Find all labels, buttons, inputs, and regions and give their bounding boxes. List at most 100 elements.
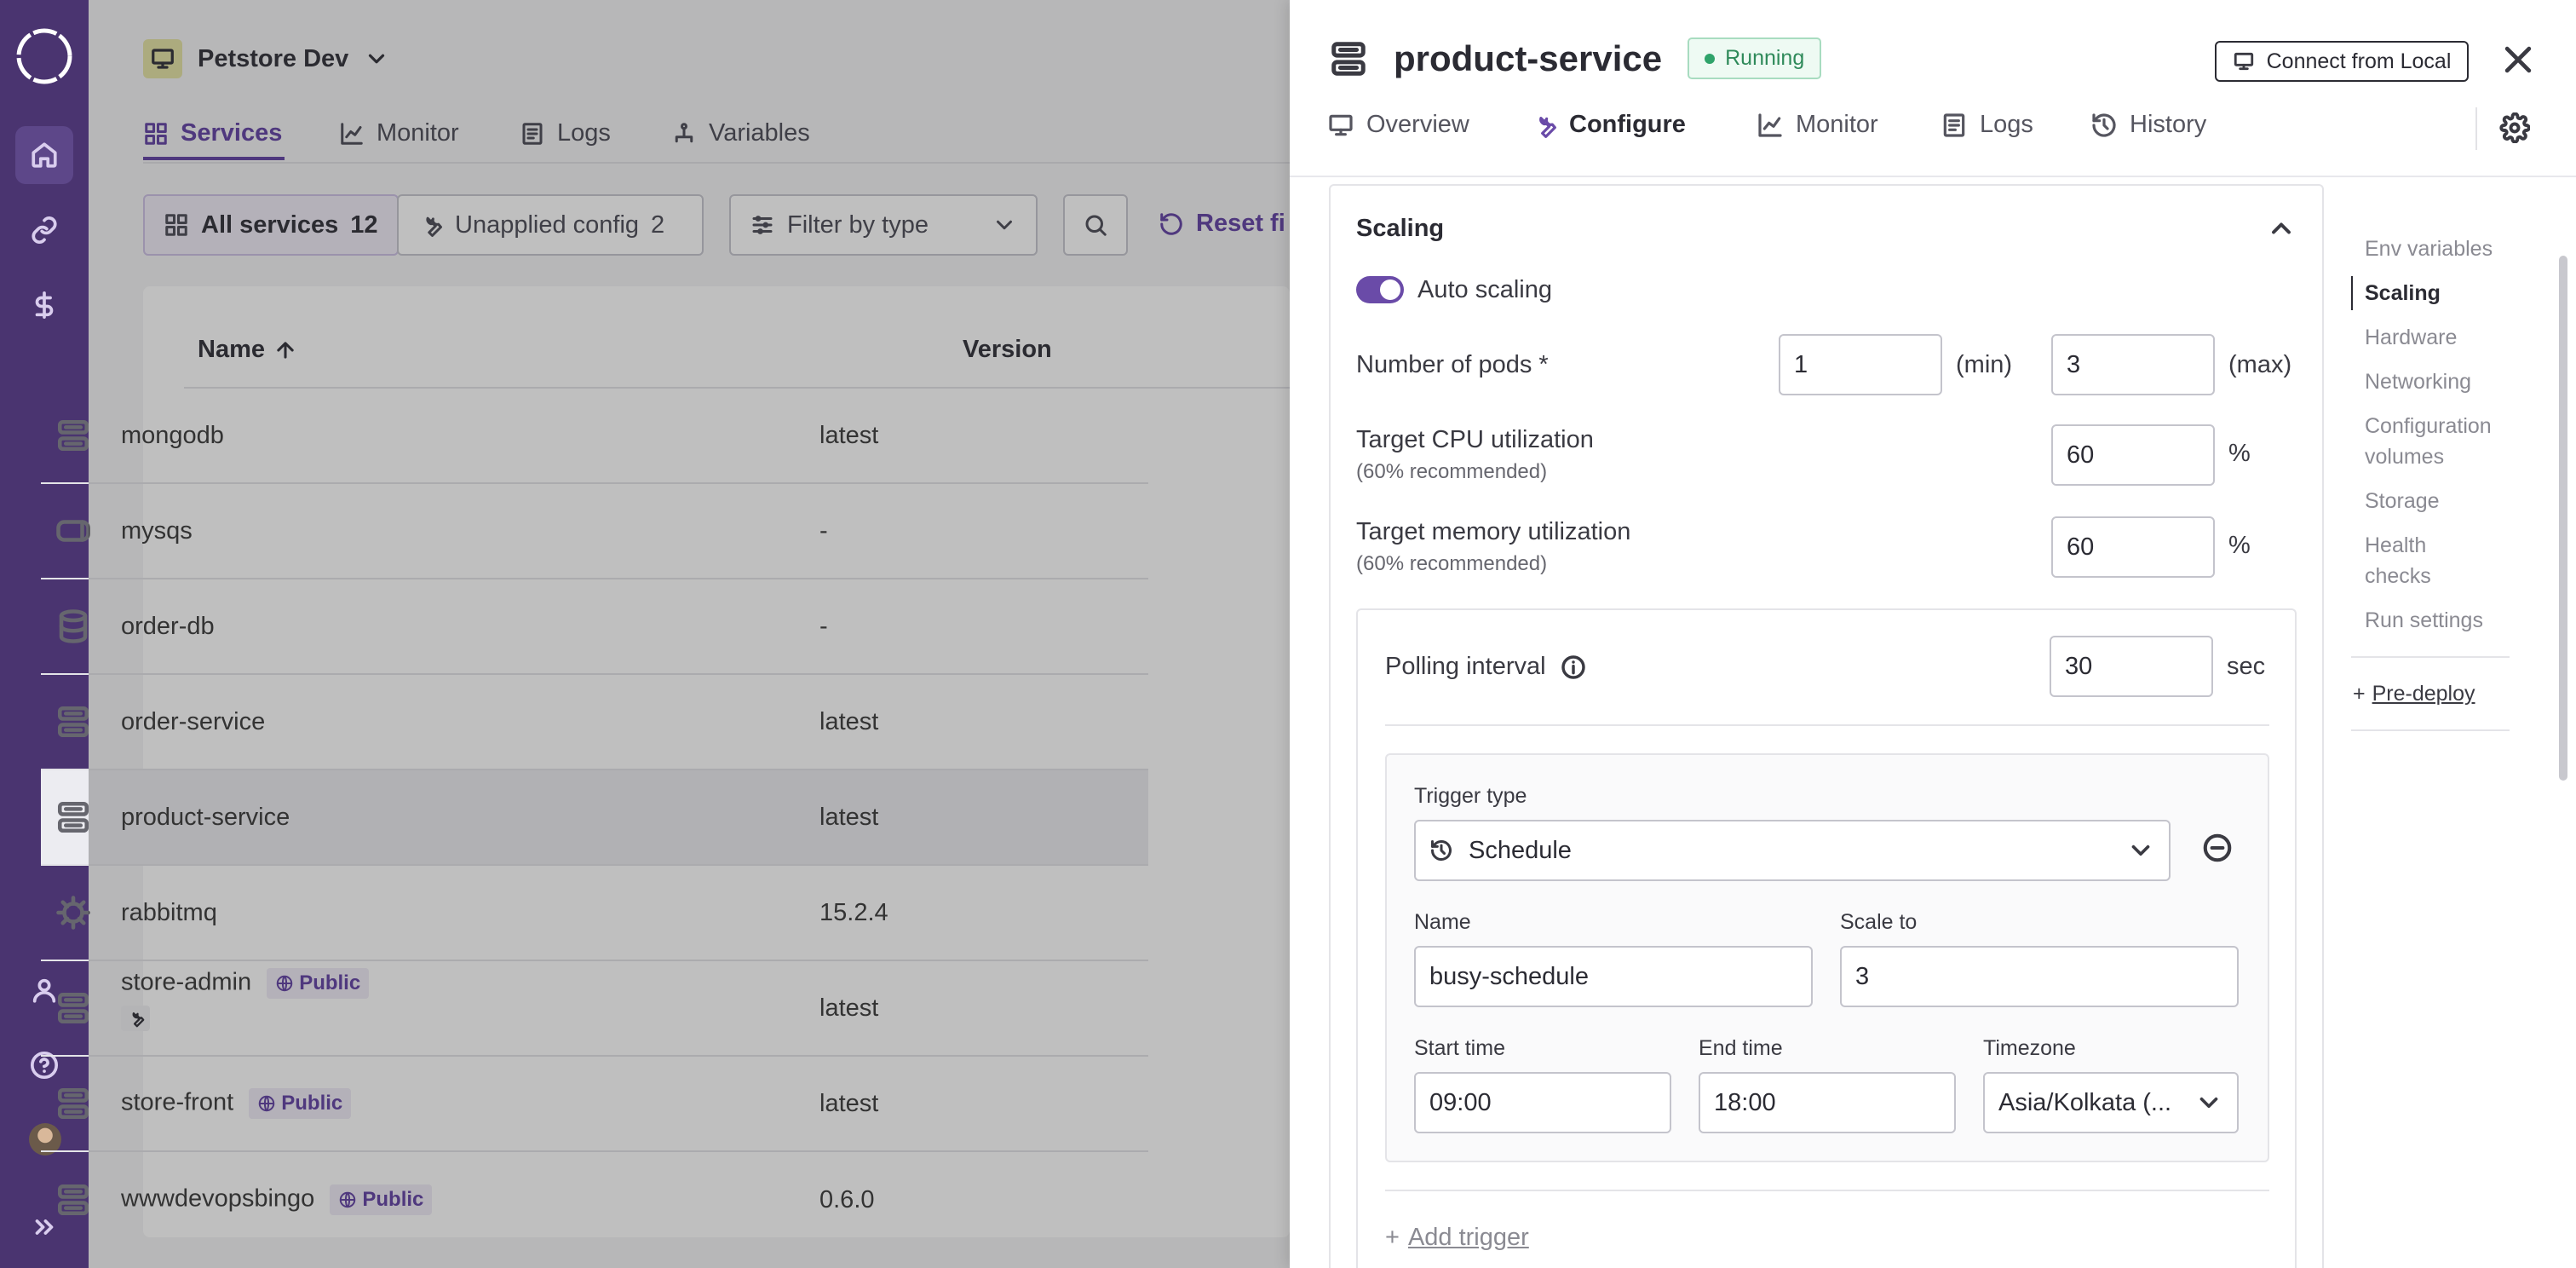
tab-logs[interactable]: Logs (520, 119, 611, 147)
link-icon[interactable] (15, 201, 73, 259)
add-trigger-button[interactable]: + Add trigger (1385, 1224, 1529, 1252)
search-button[interactable] (1063, 194, 1128, 256)
monitor-icon (2234, 52, 2253, 71)
reset-filters-button[interactable]: Reset fi (1159, 210, 1285, 238)
history-icon (2092, 112, 2116, 137)
panel-header-divider (1290, 176, 2576, 177)
table-row[interactable]: mysqs - (41, 484, 1148, 579)
nav-env-variables[interactable]: Env variables (2365, 233, 2493, 264)
connect-from-local-button[interactable]: Connect from Local (2215, 41, 2469, 82)
timezone-select[interactable]: Asia/Kolkata (... (1983, 1072, 2239, 1133)
service-version: latest (819, 994, 879, 1022)
document-icon (522, 122, 543, 145)
table-row[interactable]: rabbitmq 15.2.4 (41, 866, 1148, 961)
logo[interactable] (14, 26, 75, 87)
nav-health[interactable]: Health (2365, 530, 2426, 561)
environment-selector[interactable]: Petstore Dev (143, 39, 389, 78)
service-version: latest (819, 421, 879, 449)
polling-interval-label: Polling interval (1385, 653, 1587, 681)
nav-configuration[interactable]: Configuration (2365, 411, 2492, 441)
service-name[interactable]: mysqs (121, 517, 193, 545)
tab-monitor[interactable]: Monitor (1757, 111, 1878, 139)
service-name[interactable]: rabbitmq (121, 899, 217, 927)
table-row-selected[interactable]: product-service latest (41, 770, 1148, 866)
home-icon[interactable] (15, 126, 73, 184)
table-row[interactable]: store-admin Public latest (41, 961, 1148, 1057)
nav-checks[interactable]: checks (2365, 561, 2431, 591)
nav-hardware[interactable]: Hardware (2365, 322, 2457, 353)
nav-run-settings[interactable]: Run settings (2365, 605, 2483, 636)
chart-icon (341, 122, 363, 145)
cpu-input[interactable]: 60 (2051, 424, 2215, 486)
cpu-percent: % (2228, 440, 2251, 467)
gear-icon[interactable] (2499, 112, 2531, 144)
monitor-icon (1329, 114, 1353, 135)
filter-icon (752, 216, 773, 234)
info-icon[interactable] (1560, 654, 1587, 681)
tab-overview[interactable]: Overview (1327, 111, 1469, 139)
column-header-name[interactable]: Name (198, 336, 297, 364)
tab-history[interactable]: History (2090, 111, 2206, 139)
tab-services[interactable]: Services (143, 119, 282, 147)
nav-networking[interactable]: Networking (2365, 366, 2471, 397)
plus-icon: + (2353, 682, 2366, 706)
nav-volumes[interactable]: volumes (2365, 441, 2444, 472)
pods-label: Number of pods * (1356, 351, 1549, 378)
timezone-label: Timezone (1983, 1036, 2076, 1060)
tab-logs[interactable]: Logs (1941, 111, 2033, 139)
pods-max-input[interactable]: 3 (2051, 334, 2215, 395)
table-row[interactable]: order-service latest (41, 675, 1148, 770)
tab-configure[interactable]: Configure (1530, 111, 1686, 139)
nav-pre-deploy[interactable]: + Pre-deploy (2353, 678, 2475, 709)
trigger-type-select[interactable]: Schedule (1414, 820, 2171, 881)
service-name[interactable]: store-front (121, 1089, 233, 1116)
table-row[interactable]: order-db - (41, 579, 1148, 675)
service-name[interactable]: order-db (121, 613, 215, 641)
column-header-version[interactable]: Version (963, 336, 1052, 364)
server-icon (55, 989, 92, 1027)
all-services-filter[interactable]: All services 12 (143, 194, 399, 256)
tab-services-underline (143, 157, 285, 160)
polling-unit: sec (2227, 653, 2266, 680)
reset-icon (1160, 212, 1182, 235)
schedule-icon (1430, 839, 1452, 861)
scale-to-input[interactable]: 3 (1840, 946, 2239, 1007)
tab-monitor[interactable]: Monitor (339, 119, 459, 147)
environment-icon (143, 39, 182, 78)
service-name[interactable]: order-service (121, 708, 265, 736)
unapplied-config-filter[interactable]: Unapplied config 2 (397, 194, 704, 256)
start-time-input[interactable]: 09:00 (1414, 1072, 1671, 1133)
nav-storage[interactable]: Storage (2365, 486, 2440, 516)
table-row[interactable]: store-front Public latest (41, 1057, 1148, 1152)
tab-separator (2475, 107, 2477, 150)
service-name[interactable]: mongodb (121, 422, 224, 450)
server-icon (55, 1181, 92, 1219)
service-name[interactable]: product-service (121, 804, 290, 832)
public-badge: Public (330, 1184, 433, 1215)
panel-scrollbar[interactable] (2559, 256, 2567, 781)
end-time-input[interactable]: 18:00 (1699, 1072, 1956, 1133)
table-row[interactable]: mongodb latest (41, 389, 1148, 484)
filter-by-type-select[interactable]: Filter by type (729, 194, 1038, 256)
status-dot (1705, 53, 1716, 64)
chevron-down-icon (2131, 844, 2150, 856)
service-name[interactable]: wwwdevopsbingo (121, 1185, 314, 1213)
pods-min-input[interactable]: 1 (1779, 334, 1942, 395)
polling-interval-input[interactable]: 30 (2050, 636, 2213, 697)
search-icon (1085, 215, 1107, 236)
table-row[interactable]: wwwdevopsbingo Public 0.6.0 (41, 1152, 1148, 1248)
wrench-icon (132, 1012, 145, 1028)
chevron-up-icon[interactable] (2266, 213, 2297, 244)
tab-variables[interactable]: Variables (671, 119, 810, 147)
auto-scaling-toggle[interactable] (1356, 276, 1404, 303)
service-version: - (819, 612, 828, 640)
remove-trigger-icon[interactable] (2201, 832, 2234, 864)
service-name[interactable]: store-admin (121, 969, 251, 996)
close-icon[interactable] (2499, 41, 2537, 78)
nav-scaling[interactable]: Scaling (2365, 278, 2441, 308)
dollar-icon[interactable] (15, 276, 73, 334)
memory-input[interactable]: 60 (2051, 516, 2215, 578)
trigger-name-input[interactable]: busy-schedule (1414, 946, 1813, 1007)
wrench-icon (1539, 116, 1556, 138)
section-nav-line (2351, 276, 2353, 310)
